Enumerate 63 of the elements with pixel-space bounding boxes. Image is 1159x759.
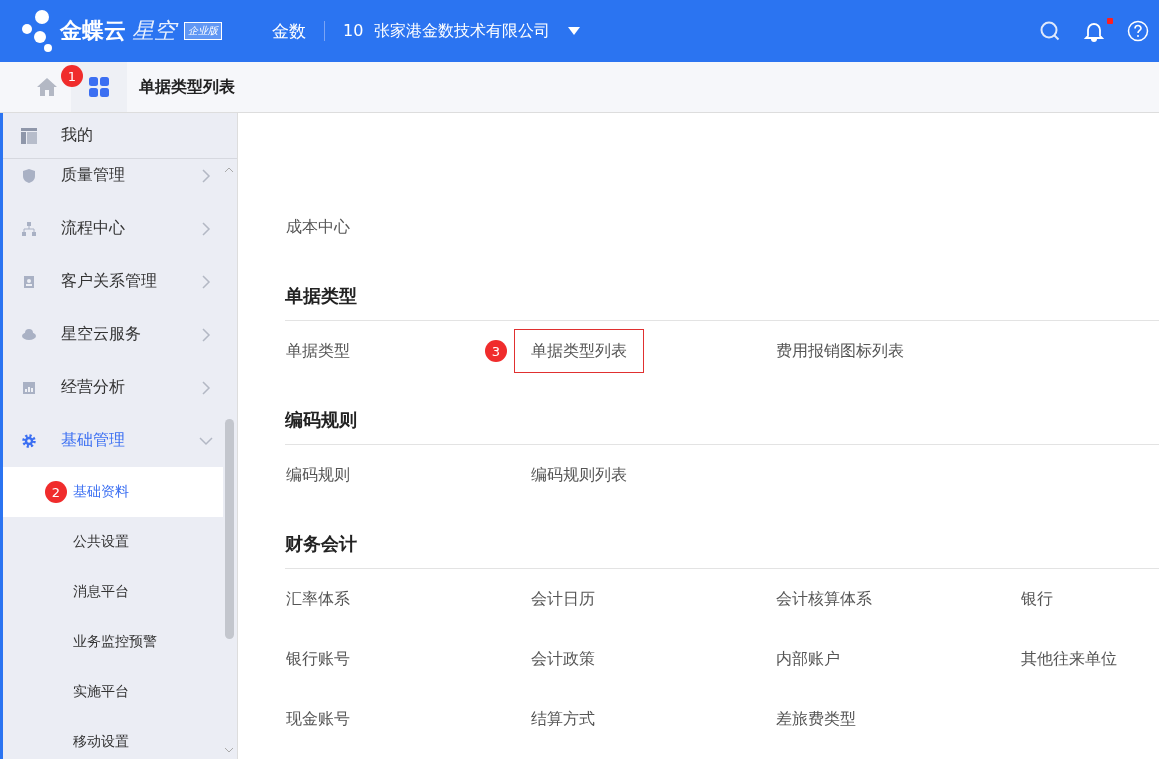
sidebar-item[interactable]: 我的 bbox=[3, 113, 237, 159]
menu-link[interactable]: 银行 bbox=[1020, 577, 1054, 621]
user-name: 金数 bbox=[272, 19, 306, 43]
sidebar-item[interactable]: 经营分析 bbox=[3, 361, 223, 414]
menu-link[interactable]: 内部账户 bbox=[775, 637, 841, 681]
menu-link[interactable]: 会计日历 bbox=[530, 577, 596, 621]
scroll-down-icon[interactable] bbox=[225, 747, 233, 753]
sidebar-item[interactable]: 客户关系管理 bbox=[3, 255, 223, 308]
section-title: 编码规则 bbox=[285, 381, 1159, 445]
scrollbar-thumb[interactable] bbox=[225, 419, 234, 639]
contact-icon bbox=[21, 273, 37, 290]
menu-link[interactable]: 现金账号 bbox=[285, 697, 351, 741]
sidebar-subitem[interactable]: 移动设置 bbox=[3, 717, 223, 759]
menu-link[interactable]: 银行账号 bbox=[285, 637, 351, 681]
sidebar-item[interactable]: 质量管理 bbox=[3, 159, 223, 202]
sidebar-subitem[interactable]: 2 基础资料 bbox=[3, 467, 223, 517]
menu-link[interactable]: 编码规则列表 bbox=[530, 453, 628, 497]
sidebar-item[interactable]: 流程中心 bbox=[3, 202, 223, 255]
chart-icon bbox=[21, 379, 37, 396]
chevron-right-icon bbox=[201, 274, 211, 289]
home-icon[interactable] bbox=[37, 78, 57, 96]
menu-link[interactable]: 会计核算体系 bbox=[775, 577, 873, 621]
menu-link[interactable]: 会计政策 bbox=[530, 637, 596, 681]
search-icon[interactable] bbox=[1039, 20, 1061, 42]
menu-link[interactable]: 编码规则 bbox=[285, 453, 351, 497]
chevron-down-icon bbox=[199, 435, 213, 446]
section-title: 单据类型 bbox=[285, 257, 1159, 321]
shield-icon bbox=[21, 167, 37, 184]
menu-link[interactable]: 单据类型列表 bbox=[514, 329, 644, 373]
caret-icon[interactable] bbox=[567, 27, 580, 35]
annotation-marker: 2 bbox=[45, 481, 67, 503]
menu-link[interactable]: 单据类型 bbox=[285, 329, 351, 373]
scroll-up-icon[interactable] bbox=[225, 167, 233, 173]
sidebar-subitem[interactable]: 实施平台 bbox=[3, 667, 223, 717]
edition-badge: 企业版 bbox=[184, 22, 222, 40]
panel-icon bbox=[21, 127, 37, 144]
page-tab[interactable]: 单据类型列表 bbox=[139, 76, 235, 98]
help-icon[interactable] bbox=[1127, 20, 1149, 42]
sidebar-subitem[interactable]: 公共设置 bbox=[3, 517, 223, 567]
menu-link[interactable]: 成本中心 bbox=[285, 205, 351, 249]
cloud-icon bbox=[21, 326, 37, 343]
menu-link[interactable]: 结算方式 bbox=[530, 697, 596, 741]
menu-link[interactable]: 差旅费类型 bbox=[775, 697, 857, 741]
chevron-right-icon bbox=[201, 327, 211, 342]
chevron-right-icon bbox=[201, 221, 211, 236]
annotation-marker: 1 bbox=[61, 65, 83, 87]
gear-icon bbox=[21, 432, 37, 449]
sidebar-item[interactable]: 基础管理 bbox=[3, 414, 223, 467]
sidebar-item[interactable]: 星空云服务 bbox=[3, 308, 223, 361]
menu-link[interactable]: 其他往来单位 bbox=[1020, 637, 1118, 681]
annotation-marker: 3 bbox=[485, 340, 507, 362]
org-selector[interactable]: 10 张家港金数技术有限公司 bbox=[343, 20, 550, 42]
sidebar-subitem[interactable]: 业务监控预警 bbox=[3, 617, 223, 667]
chevron-right-icon bbox=[201, 380, 211, 395]
flow-icon bbox=[21, 220, 37, 237]
section-title: 财务会计 bbox=[285, 505, 1159, 569]
bell-icon[interactable] bbox=[1083, 20, 1105, 42]
menu-link[interactable]: 汇率体系 bbox=[285, 577, 351, 621]
chevron-right-icon bbox=[201, 168, 211, 183]
menu-link[interactable]: 费用报销图标列表 bbox=[775, 329, 905, 373]
sidebar-subitem[interactable]: 消息平台 bbox=[3, 567, 223, 617]
logo-text: 金蝶云 bbox=[60, 17, 126, 45]
app-grid-icon[interactable] bbox=[88, 76, 110, 98]
